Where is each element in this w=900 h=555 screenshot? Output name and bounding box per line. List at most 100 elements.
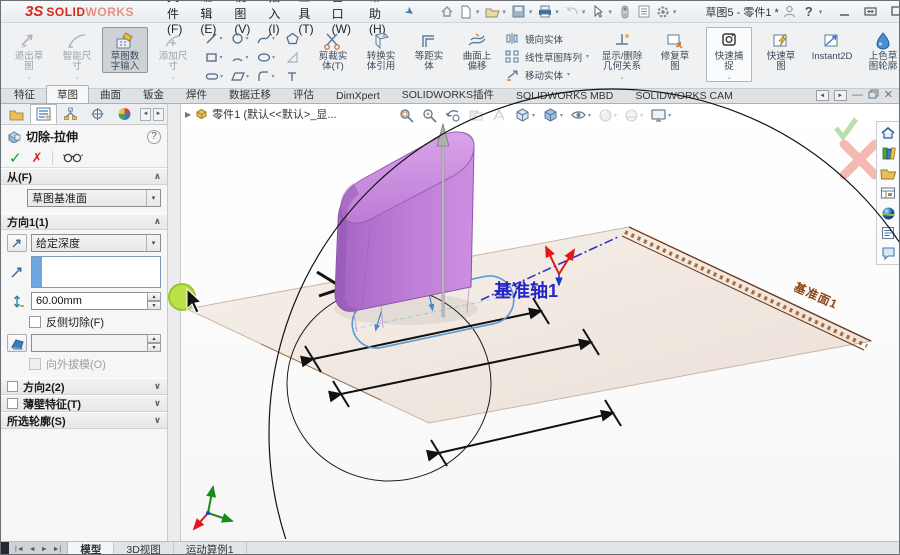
- help-icon[interactable]: ?: [805, 4, 813, 19]
- user-account-icon[interactable]: [781, 4, 799, 20]
- section-direction2-header[interactable]: 方向2(2) ∨: [1, 378, 167, 395]
- from-condition-dropdown[interactable]: 草图基准面 ▾: [27, 189, 161, 207]
- previous-view-icon[interactable]: [445, 108, 461, 123]
- doc-tab-expand-icon[interactable]: ▶: [185, 110, 191, 119]
- tab-evaluate[interactable]: 评估: [282, 85, 325, 103]
- tab-sheet-metal[interactable]: 钣金: [132, 85, 175, 103]
- tab-surfaces[interactable]: 曲面: [89, 85, 132, 103]
- linear-pattern-button[interactable]: 线性草图阵列 ▾: [505, 48, 589, 65]
- design-library-icon[interactable]: [879, 145, 897, 161]
- mirror-entities-button[interactable]: 镜向实体: [505, 30, 589, 47]
- hide-show-items-icon[interactable]: ▾: [570, 108, 591, 122]
- feature-manager-tab[interactable]: [3, 104, 30, 124]
- solidworks-forum-icon[interactable]: [879, 245, 897, 261]
- collapse-chevron-icon[interactable]: ∧: [154, 216, 161, 227]
- panel-splitter[interactable]: [168, 104, 181, 541]
- pane-restore-icon[interactable]: [868, 89, 879, 102]
- instant2d-button[interactable]: Instant2D: [806, 27, 858, 63]
- tab-solidworks-addins[interactable]: SOLIDWORKS插件: [391, 85, 505, 103]
- text-tool[interactable]: [279, 67, 305, 86]
- pin-menu-icon[interactable]: ➤: [402, 4, 417, 20]
- exit-sketch-button[interactable]: 退出草 图 ⌄: [6, 27, 52, 82]
- save-flyout-icon[interactable]: ▾: [529, 8, 533, 16]
- maximize-icon[interactable]: [887, 4, 900, 20]
- file-explorer-icon[interactable]: [879, 165, 897, 181]
- select-icon[interactable]: [589, 4, 607, 20]
- ellipse-tool[interactable]: ▾: [253, 48, 279, 67]
- end-condition-dropdown[interactable]: 给定深度 ▾: [31, 234, 161, 252]
- tab-solidworks-mbd[interactable]: SOLIDWORKS MBD: [505, 88, 624, 103]
- collapse-chevron-icon[interactable]: ∧: [154, 171, 161, 182]
- exit-sketch-flyout-icon[interactable]: ⌄: [26, 73, 32, 81]
- help-flyout-icon[interactable]: ▾: [819, 8, 823, 16]
- line-tool[interactable]: ▾: [201, 29, 227, 48]
- relations-flyout-icon[interactable]: ⌄: [619, 73, 625, 81]
- options-list-icon[interactable]: [635, 4, 653, 20]
- tab-features[interactable]: 特征: [3, 85, 46, 103]
- home-icon[interactable]: [438, 4, 456, 20]
- document-tab[interactable]: ▶ 零件1 (默认<<默认>_显...: [185, 106, 337, 122]
- minimize-icon[interactable]: [835, 4, 853, 20]
- sketch-numeric-input-button[interactable]: 草图数 字输入: [102, 27, 148, 73]
- expand-chevron-icon[interactable]: ∨: [154, 398, 161, 409]
- expand-chevron-icon[interactable]: ∨: [154, 415, 161, 426]
- pane-minimize-icon[interactable]: —: [852, 90, 863, 101]
- undo-flyout-icon[interactable]: ▾: [582, 8, 586, 16]
- smart-dimension-flyout-icon[interactable]: ⌄: [74, 73, 80, 81]
- quick-snaps-button[interactable]: 快速捕 捉 ⌄: [706, 27, 752, 82]
- view-palette-icon[interactable]: [879, 185, 897, 201]
- flip-side-to-cut-checkbox[interactable]: 反侧切除(F): [5, 314, 163, 330]
- display-manager-tab[interactable]: [111, 104, 138, 124]
- move-entities-button[interactable]: 移动实体 ▾: [505, 66, 589, 83]
- pane-back-icon[interactable]: ◄: [816, 90, 829, 101]
- add-dimension-flyout-icon[interactable]: ⌄: [170, 73, 176, 81]
- select-flyout-icon[interactable]: ▾: [608, 8, 612, 16]
- settings-gear-icon[interactable]: [654, 4, 672, 20]
- tab-data-migration[interactable]: 数据迁移: [218, 85, 282, 103]
- straight-slot-tool[interactable]: ▾: [201, 67, 227, 86]
- solidworks-resources-icon[interactable]: [879, 125, 897, 141]
- nav-next-icon[interactable]: ►: [39, 546, 50, 553]
- direction2-checkbox[interactable]: [7, 381, 18, 392]
- shaded-sketch-contours-button[interactable]: 上色草 图轮廓: [860, 27, 900, 73]
- linear-pattern-flyout-icon[interactable]: ▾: [586, 53, 589, 60]
- manager-tab-right-icon[interactable]: ►: [153, 108, 164, 121]
- panel-help-icon[interactable]: ?: [147, 130, 161, 144]
- nav-first-icon[interactable]: |◄: [13, 546, 26, 553]
- view-orientation-icon[interactable]: ▾: [514, 107, 535, 123]
- open-flyout-icon[interactable]: ▾: [502, 8, 506, 16]
- manager-tab-left-icon[interactable]: ◄: [140, 108, 151, 121]
- arc-tool[interactable]: ▾: [227, 48, 253, 67]
- add-dimension-button[interactable]: 添加尺 寸 ⌄: [150, 27, 196, 82]
- spin-down-icon[interactable]: ▼: [147, 301, 161, 310]
- tab-weldments[interactable]: 焊件: [175, 85, 218, 103]
- tab-solidworks-cam[interactable]: SOLIDWORKS CAM: [624, 88, 743, 103]
- edit-appearance-icon[interactable]: ▾: [598, 108, 617, 123]
- spline-tool[interactable]: ▾: [253, 29, 279, 48]
- restore-icon[interactable]: [861, 4, 879, 20]
- sketch-fillet-tool[interactable]: ▾: [253, 67, 279, 86]
- draft-button[interactable]: [7, 334, 27, 352]
- move-flyout-icon[interactable]: ▾: [567, 71, 570, 78]
- print-icon[interactable]: [536, 4, 554, 20]
- cancel-button[interactable]: ✗: [32, 150, 43, 166]
- view-settings-icon[interactable]: ▾: [650, 108, 671, 123]
- save-icon[interactable]: [510, 4, 528, 20]
- nav-prev-icon[interactable]: ◄: [27, 546, 38, 553]
- new-document-icon[interactable]: [457, 4, 475, 20]
- appearances-scenes-icon[interactable]: [879, 205, 897, 221]
- property-manager-tab[interactable]: [30, 104, 57, 124]
- configuration-manager-tab[interactable]: [57, 104, 84, 124]
- model-tab[interactable]: 模型: [68, 542, 114, 555]
- direction-reference-selection[interactable]: [31, 256, 161, 288]
- quick-snaps-flyout-icon[interactable]: ⌄: [726, 73, 732, 81]
- parallelogram-tool[interactable]: ▾: [227, 67, 253, 86]
- open-icon[interactable]: [483, 4, 501, 20]
- graphics-viewport[interactable]: 基准面1: [181, 104, 899, 541]
- repair-sketch-button[interactable]: 修复草 图: [652, 27, 698, 73]
- zoom-to-area-icon[interactable]: [422, 108, 438, 123]
- pane-close-icon[interactable]: ✕: [884, 90, 893, 101]
- tab-dimxpert[interactable]: DimXpert: [325, 88, 391, 103]
- smart-dimension-button[interactable]: 智能尺 寸 ⌄: [54, 27, 100, 82]
- section-view-icon[interactable]: [468, 108, 484, 123]
